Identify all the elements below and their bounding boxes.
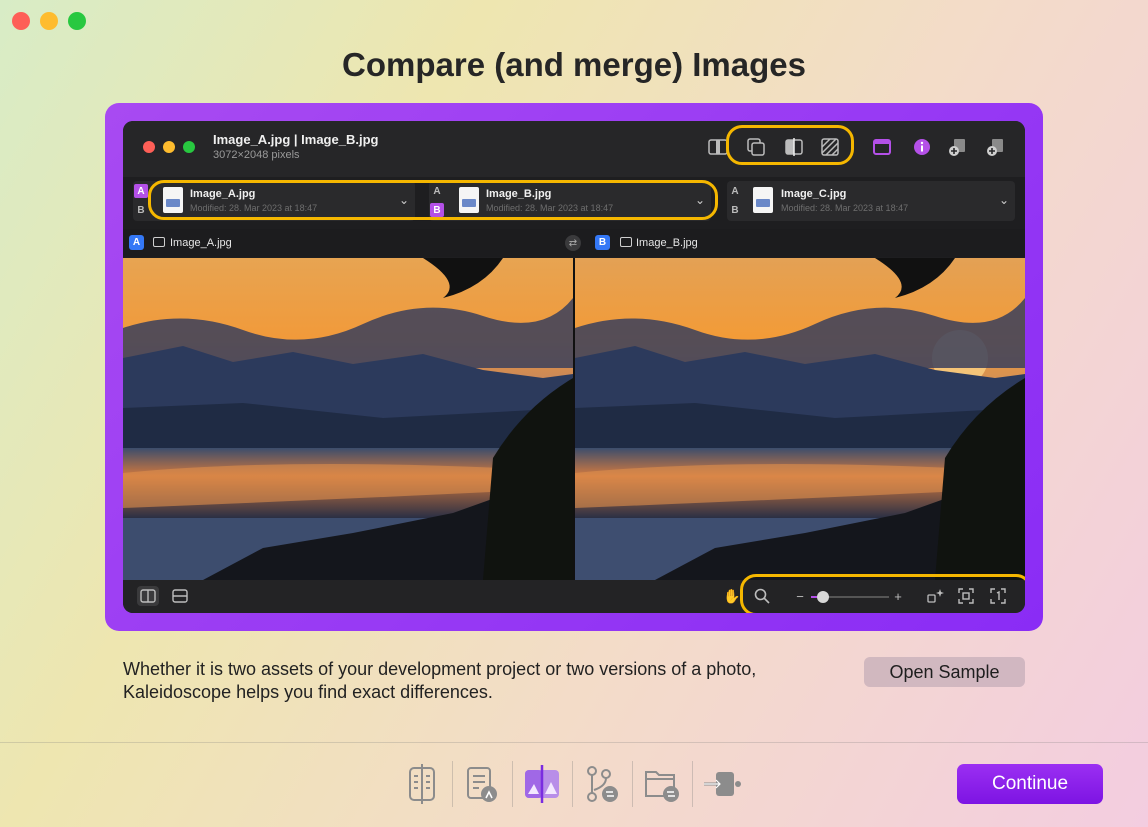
image-icon bbox=[620, 237, 632, 247]
integration-icon bbox=[704, 772, 741, 796]
step-folder-compare[interactable] bbox=[632, 755, 692, 813]
file-modified: Modified: 28. Mar 2023 at 18:47 bbox=[781, 203, 909, 213]
text-compare-icon bbox=[409, 764, 435, 804]
app-toolbar: Image_A.jpg | Image_B.jpg 3072×2048 pixe… bbox=[123, 121, 1025, 177]
pane-b-name: Image_B.jpg bbox=[636, 237, 698, 249]
toolbar-highlight bbox=[726, 125, 854, 165]
swap-icon[interactable]: ⇄ bbox=[565, 235, 581, 251]
slot-a-label: A bbox=[731, 185, 739, 197]
app-window-title: Image_A.jpg | Image_B.jpg bbox=[213, 132, 379, 147]
app-preview: Image_A.jpg | Image_B.jpg 3072×2048 pixe… bbox=[123, 121, 1025, 613]
pane-b-badge: B bbox=[595, 235, 610, 250]
step-text-compare[interactable] bbox=[392, 755, 452, 813]
feature-steps bbox=[392, 755, 752, 813]
file-slot[interactable]: A B Image_C.jpg Modified: 28. Mar 2023 a… bbox=[727, 181, 1015, 221]
screenshot-frame: Image_A.jpg | Image_B.jpg 3072×2048 pixe… bbox=[105, 103, 1043, 631]
image-file-icon bbox=[753, 187, 773, 213]
pane-header: A Image_A.jpg ⇄ B Image_B.jpg bbox=[123, 229, 1025, 257]
text-merge-icon bbox=[467, 767, 497, 802]
description-text: Whether it is two assets of your develop… bbox=[123, 659, 757, 702]
slot-b-label: B bbox=[731, 204, 739, 216]
footer-divider bbox=[0, 742, 1148, 743]
folder-compare-icon bbox=[645, 771, 679, 802]
window-traffic-lights bbox=[12, 12, 86, 30]
image-b-preview[interactable] bbox=[575, 258, 1025, 580]
image-a-preview[interactable] bbox=[123, 258, 573, 580]
app-bottom-bar: ✋ − + bbox=[123, 574, 1025, 613]
step-git-branch[interactable] bbox=[572, 755, 632, 813]
step-text-merge[interactable] bbox=[452, 755, 512, 813]
side-by-side-view-icon[interactable] bbox=[137, 586, 159, 606]
app-minimize-dot bbox=[163, 141, 175, 153]
slot-a-label: A bbox=[134, 184, 148, 198]
zoom-window-button[interactable] bbox=[68, 12, 86, 30]
app-traffic-lights bbox=[143, 141, 195, 153]
git-branch-icon bbox=[587, 766, 618, 802]
slot-b-label: B bbox=[137, 204, 145, 216]
pane-a-badge: A bbox=[129, 235, 144, 250]
stacked-view-icon[interactable] bbox=[169, 586, 191, 606]
app-zoom-dot bbox=[183, 141, 195, 153]
zoom-controls-highlight bbox=[740, 574, 1025, 613]
continue-button[interactable]: Continue bbox=[957, 764, 1103, 804]
close-window-button[interactable] bbox=[12, 12, 30, 30]
add-file-b-icon[interactable] bbox=[983, 135, 1009, 159]
image-compare-icon bbox=[525, 765, 559, 803]
image-icon bbox=[153, 237, 165, 247]
window: Compare (and merge) Images Image_A.jpg |… bbox=[0, 0, 1148, 827]
page-title: Compare (and merge) Images bbox=[342, 46, 806, 83]
app-close-dot bbox=[143, 141, 155, 153]
window-icon[interactable] bbox=[869, 135, 895, 159]
file-name: Image_C.jpg bbox=[781, 188, 847, 200]
app-window-subtitle: 3072×2048 pixels bbox=[213, 149, 300, 161]
pane-a-name: Image_A.jpg bbox=[170, 237, 232, 249]
open-sample-button[interactable]: Open Sample bbox=[864, 657, 1025, 687]
chevron-down-icon[interactable]: ⌄ bbox=[999, 193, 1009, 207]
file-slots-highlight bbox=[148, 180, 718, 220]
file-slots-row: A B Image_A.jpg Modified: 28. Mar 2023 a… bbox=[133, 180, 1015, 221]
add-file-a-icon[interactable] bbox=[945, 135, 971, 159]
minimize-window-button[interactable] bbox=[40, 12, 58, 30]
step-integration[interactable] bbox=[692, 755, 752, 813]
step-image-compare[interactable] bbox=[512, 755, 572, 813]
info-icon[interactable] bbox=[909, 135, 935, 159]
